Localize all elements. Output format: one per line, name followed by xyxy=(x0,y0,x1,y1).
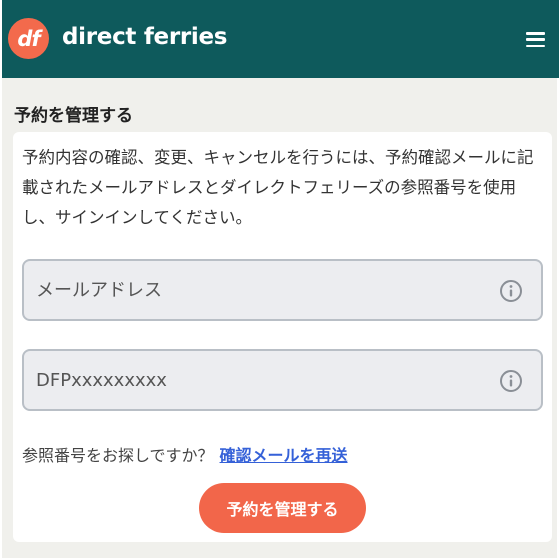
page-title: 予約を管理する xyxy=(14,106,133,126)
hamburger-menu-icon[interactable] xyxy=(526,32,545,47)
info-circle-icon[interactable] xyxy=(499,279,523,303)
help-text: 参照番号をお探しですか？ xyxy=(22,446,214,465)
resend-confirmation-link[interactable]: 確認メールを再送 xyxy=(220,446,348,465)
email-input[interactable] xyxy=(36,279,476,301)
intro-text: 予約内容の確認、変更、キャンセルを行うには、予約確認メールに記載されたメールアド… xyxy=(22,148,534,227)
brand-name[interactable]: direct ferries xyxy=(62,24,228,50)
reference-input[interactable] xyxy=(36,369,476,391)
email-field[interactable] xyxy=(22,259,543,321)
info-circle-icon[interactable] xyxy=(499,369,523,393)
logo-icon[interactable]: df xyxy=(8,18,49,59)
reference-field[interactable] xyxy=(22,349,543,411)
reference-help: 参照番号をお探しですか？ 確認メールを再送 xyxy=(22,442,348,466)
site-header: df direct ferries xyxy=(2,0,559,78)
logo-text: df xyxy=(17,26,40,51)
manage-booking-button[interactable]: 予約を管理する xyxy=(199,483,366,533)
